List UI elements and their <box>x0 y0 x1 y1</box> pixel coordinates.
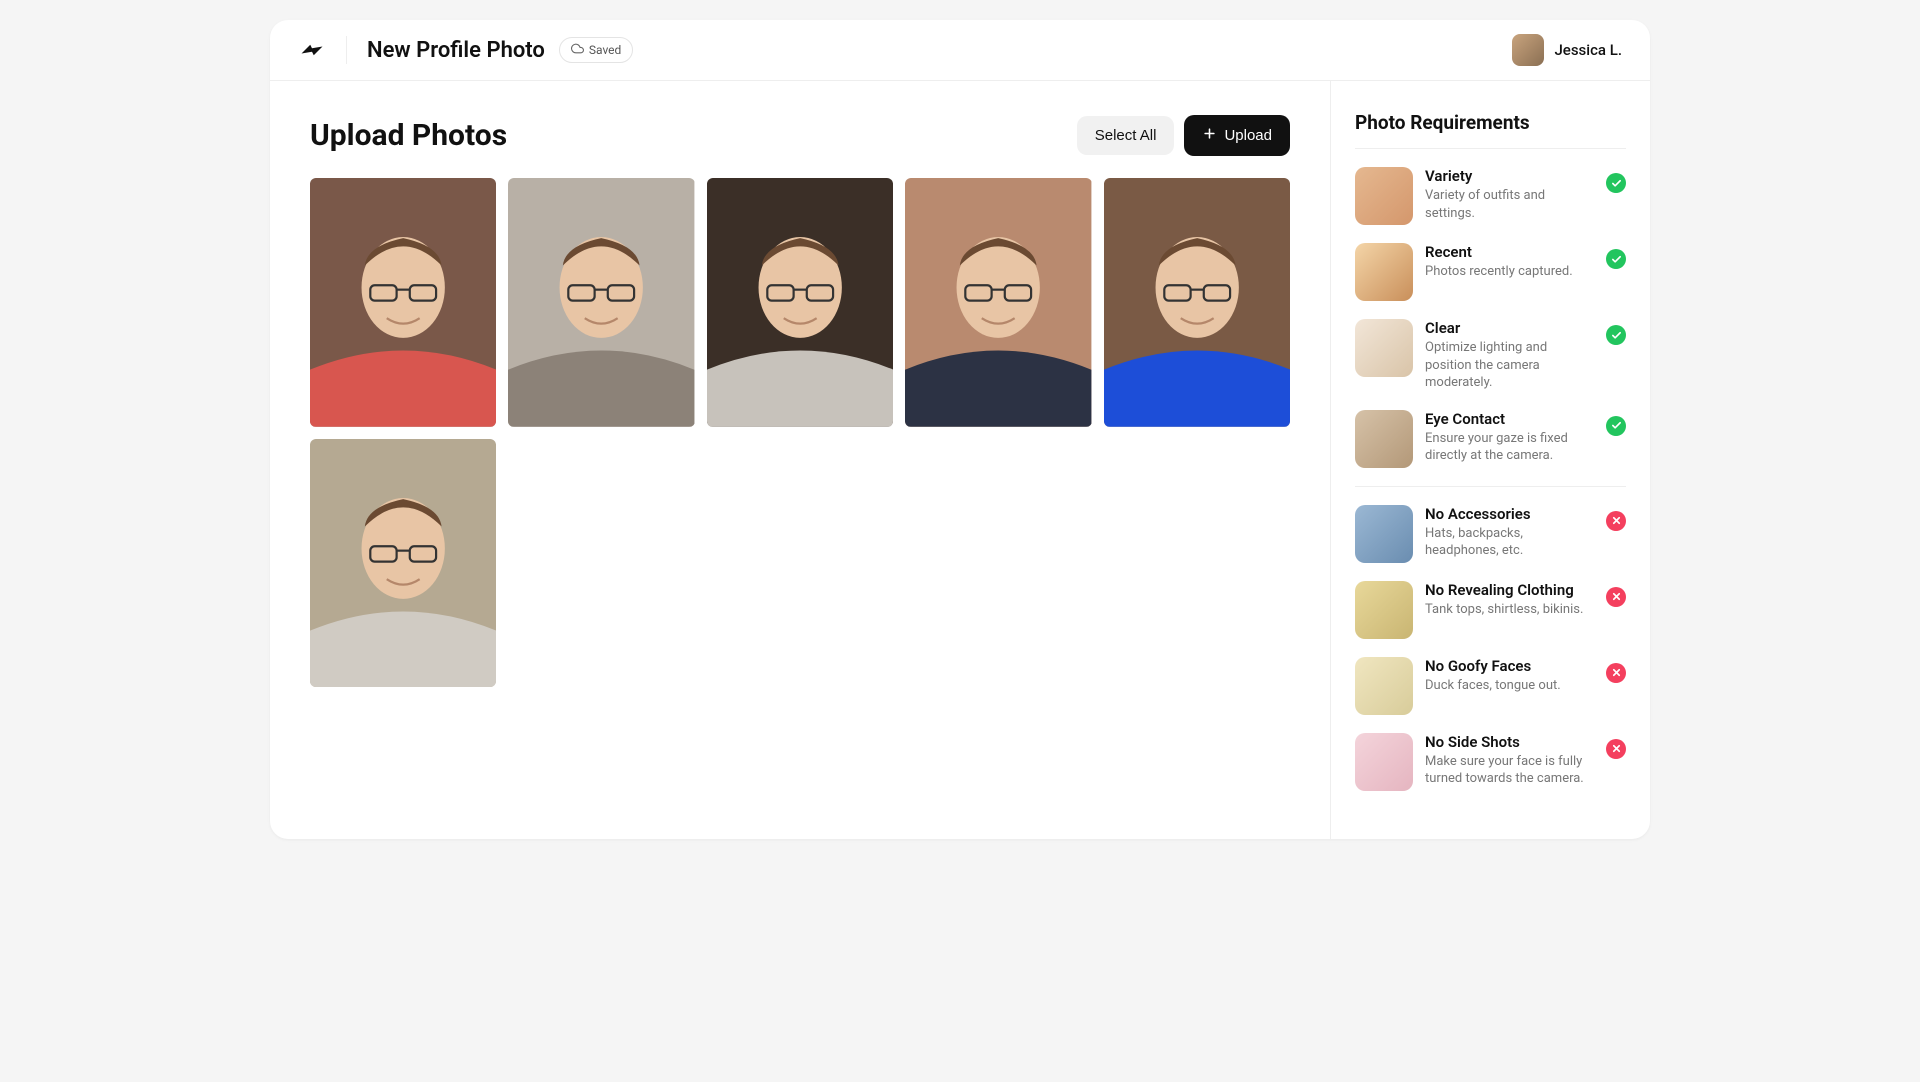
requirement-item: No Revealing Clothing Tank tops, shirtle… <box>1355 581 1626 639</box>
user-name-label: Jessica L. <box>1554 41 1622 59</box>
avatar <box>1512 34 1544 66</box>
requirement-title: No Accessories <box>1425 505 1594 523</box>
requirement-text: Clear Optimize lighting and position the… <box>1425 319 1594 392</box>
sidebar-title: Photo Requirements <box>1355 111 1626 134</box>
requirement-item: No Side Shots Make sure your face is ful… <box>1355 733 1626 791</box>
requirement-desc: Tank tops, shirtless, bikinis. <box>1425 601 1594 619</box>
requirement-title: No Revealing Clothing <box>1425 581 1594 599</box>
requirement-item: No Goofy Faces Duck faces, tongue out. <box>1355 657 1626 715</box>
requirement-thumb <box>1355 657 1413 715</box>
requirement-item: Clear Optimize lighting and position the… <box>1355 319 1626 392</box>
x-icon <box>1606 739 1626 759</box>
requirement-title: No Goofy Faces <box>1425 657 1594 675</box>
sidebar-divider <box>1355 486 1626 487</box>
photo-grid <box>310 178 1290 687</box>
upload-button[interactable]: Upload <box>1184 115 1290 156</box>
page-title: New Profile Photo <box>367 38 545 63</box>
requirement-text: No Side Shots Make sure your face is ful… <box>1425 733 1594 788</box>
x-icon <box>1606 663 1626 683</box>
requirement-thumb <box>1355 243 1413 301</box>
requirement-desc: Hats, backpacks, headphones, etc. <box>1425 525 1594 560</box>
check-icon <box>1606 173 1626 193</box>
app-logo-icon <box>298 36 326 64</box>
saved-label: Saved <box>589 43 621 57</box>
app-window: New Profile Photo Saved Jessica L. Uploa… <box>270 20 1650 839</box>
app-header: New Profile Photo Saved Jessica L. <box>270 20 1650 81</box>
saved-indicator: Saved <box>559 37 633 63</box>
main-panel: Upload Photos Select All Upload <box>270 81 1330 839</box>
photo-thumb[interactable] <box>310 178 496 427</box>
requirement-desc: Photos recently captured. <box>1425 263 1594 281</box>
requirement-desc: Ensure your gaze is fixed directly at th… <box>1425 430 1594 465</box>
requirement-title: Eye Contact <box>1425 410 1594 428</box>
photo-thumb[interactable] <box>310 439 496 688</box>
x-icon <box>1606 587 1626 607</box>
requirement-thumb <box>1355 410 1413 468</box>
requirement-text: No Revealing Clothing Tank tops, shirtle… <box>1425 581 1594 619</box>
check-icon <box>1606 416 1626 436</box>
requirements-bad-list: No Accessories Hats, backpacks, headphon… <box>1355 505 1626 791</box>
requirement-text: No Goofy Faces Duck faces, tongue out. <box>1425 657 1594 695</box>
requirement-title: Clear <box>1425 319 1594 337</box>
main-header: Upload Photos Select All Upload <box>310 115 1290 156</box>
requirement-text: Recent Photos recently captured. <box>1425 243 1594 281</box>
requirement-item: Variety Variety of outfits and settings. <box>1355 167 1626 225</box>
requirement-title: Variety <box>1425 167 1594 185</box>
plus-icon <box>1202 126 1217 145</box>
photo-thumb[interactable] <box>1104 178 1290 427</box>
requirement-text: No Accessories Hats, backpacks, headphon… <box>1425 505 1594 560</box>
check-icon <box>1606 249 1626 269</box>
cloud-icon <box>571 42 584 58</box>
requirement-thumb <box>1355 167 1413 225</box>
requirements-sidebar: Photo Requirements Variety Variety of ou… <box>1330 81 1650 839</box>
requirement-thumb <box>1355 319 1413 377</box>
user-menu[interactable]: Jessica L. <box>1512 34 1622 66</box>
x-icon <box>1606 511 1626 531</box>
requirement-text: Variety Variety of outfits and settings. <box>1425 167 1594 222</box>
photo-thumb[interactable] <box>905 178 1091 427</box>
requirement-item: Eye Contact Ensure your gaze is fixed di… <box>1355 410 1626 468</box>
requirement-item: Recent Photos recently captured. <box>1355 243 1626 301</box>
requirement-thumb <box>1355 505 1413 563</box>
requirement-thumb <box>1355 581 1413 639</box>
sidebar-divider <box>1355 148 1626 149</box>
header-divider <box>346 36 347 64</box>
requirement-title: No Side Shots <box>1425 733 1594 751</box>
requirements-good-list: Variety Variety of outfits and settings.… <box>1355 167 1626 468</box>
requirement-desc: Variety of outfits and settings. <box>1425 187 1594 222</box>
check-icon <box>1606 325 1626 345</box>
photo-thumb[interactable] <box>508 178 694 427</box>
requirement-text: Eye Contact Ensure your gaze is fixed di… <box>1425 410 1594 465</box>
requirement-desc: Duck faces, tongue out. <box>1425 677 1594 695</box>
requirement-item: No Accessories Hats, backpacks, headphon… <box>1355 505 1626 563</box>
requirement-desc: Optimize lighting and position the camer… <box>1425 339 1594 392</box>
requirement-thumb <box>1355 733 1413 791</box>
select-all-button[interactable]: Select All <box>1077 116 1175 155</box>
app-body: Upload Photos Select All Upload <box>270 81 1650 839</box>
section-title: Upload Photos <box>310 118 1077 153</box>
requirement-title: Recent <box>1425 243 1594 261</box>
photo-thumb[interactable] <box>707 178 893 427</box>
requirement-desc: Make sure your face is fully turned towa… <box>1425 753 1594 788</box>
